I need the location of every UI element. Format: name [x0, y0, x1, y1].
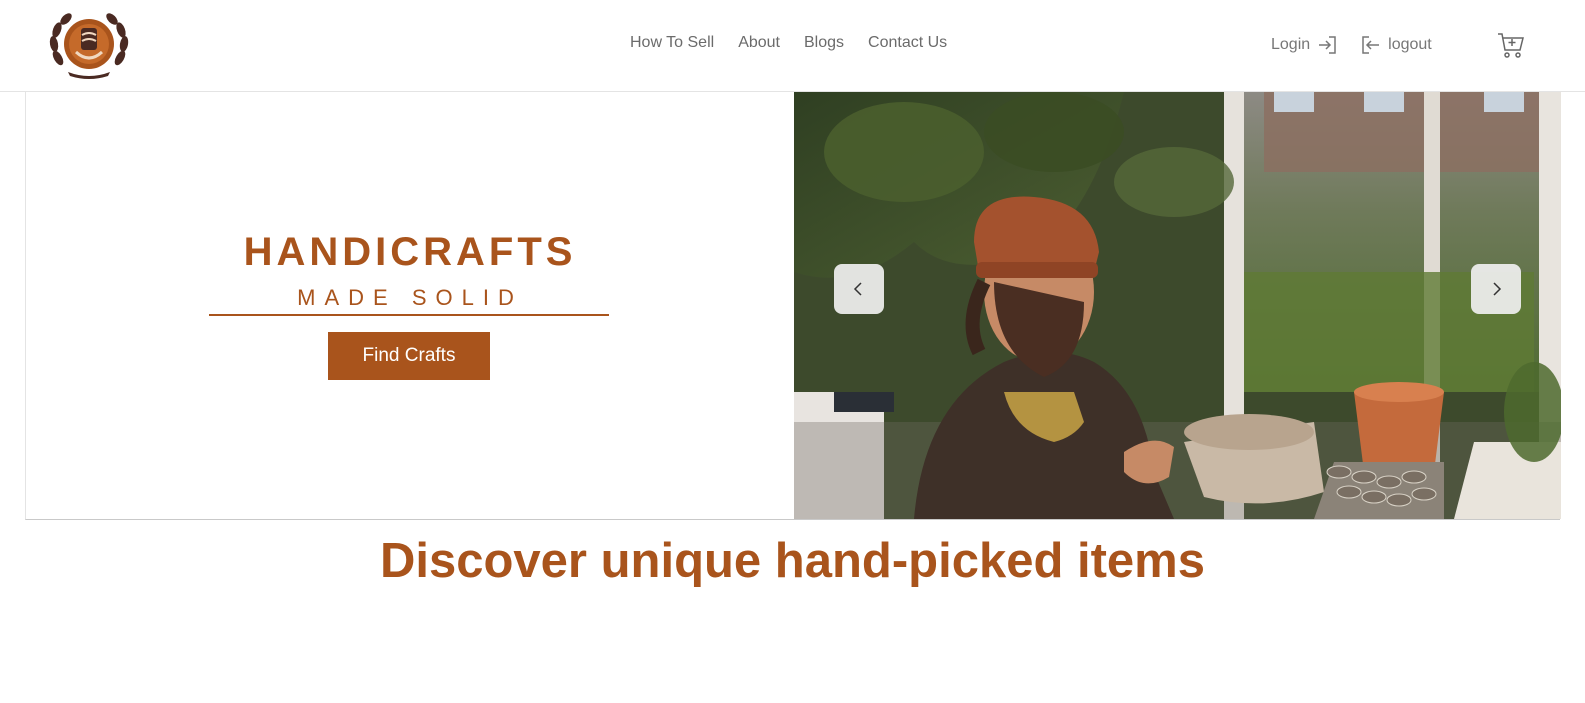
chevron-right-icon — [1493, 282, 1502, 296]
logout-link[interactable]: logout — [1358, 33, 1432, 57]
hero-carousel — [794, 92, 1561, 519]
chevron-left-icon — [853, 282, 862, 296]
main-nav: How To Sell About Blogs Contact Us — [630, 34, 947, 52]
potter-painting-vase-photo — [794, 92, 1561, 519]
find-crafts-button[interactable]: Find Crafts — [328, 332, 490, 380]
hero-title: HANDICRAFTS — [243, 230, 577, 274]
site-header: How To Sell About Blogs Contact Us Login… — [0, 0, 1585, 92]
hero-divider — [209, 314, 609, 316]
carousel-next-button[interactable] — [1471, 264, 1521, 314]
hero-banner: HANDICRAFTS MADE SOLID Find Crafts — [25, 92, 1561, 520]
login-label: Login — [1271, 36, 1311, 53]
auth-links: Login logout — [1271, 33, 1432, 57]
laurel-wreath-logo[interactable] — [48, 8, 130, 80]
login-icon — [1319, 36, 1336, 54]
nav-contact-us[interactable]: Contact Us — [868, 34, 947, 52]
login-link[interactable]: Login — [1271, 33, 1340, 57]
logout-label: logout — [1388, 36, 1432, 53]
carousel-prev-button[interactable] — [834, 264, 884, 314]
cart-button[interactable] — [1496, 30, 1526, 60]
hero-text-panel: HANDICRAFTS MADE SOLID Find Crafts — [26, 92, 794, 519]
nav-how-to-sell[interactable]: How To Sell — [630, 34, 714, 52]
nav-about[interactable]: About — [738, 34, 780, 52]
nav-blogs[interactable]: Blogs — [804, 34, 844, 52]
section-headline: Discover unique hand-picked items — [379, 534, 1206, 588]
cart-plus-icon — [1498, 33, 1524, 58]
hero-subtitle: MADE SOLID — [297, 285, 523, 310]
logout-icon — [1362, 36, 1380, 54]
